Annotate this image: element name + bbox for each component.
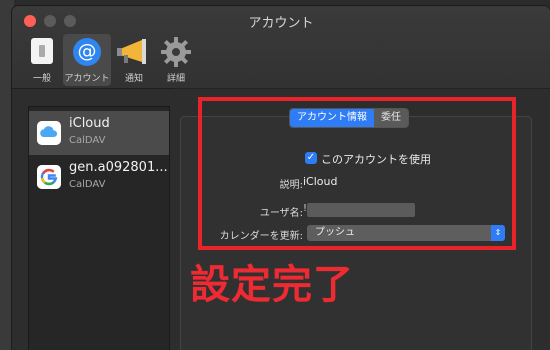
toolbar-general-label: 一般 — [32, 74, 51, 84]
at-sign-icon: @ — [73, 38, 101, 66]
google-icon — [37, 165, 61, 189]
toolbar-notifications-label: 通知 — [124, 74, 143, 84]
toggle-switch-icon — [31, 38, 53, 64]
toolbar-notifications[interactable]: 通知 — [112, 34, 156, 86]
account-type: CalDAV — [69, 135, 106, 146]
window-title: アカウント — [248, 16, 314, 31]
title-bar: アカウント 一般 @ アカウント 通知 詳細 — [12, 6, 550, 89]
gear-icon — [161, 37, 191, 67]
toolbar-accounts[interactable]: @ アカウント — [63, 34, 111, 86]
annotation-text: 設定完了 — [190, 262, 354, 308]
icloud-icon — [37, 121, 61, 145]
megaphone-icon — [117, 39, 146, 64]
toolbar-accounts-label: アカウント — [64, 74, 110, 84]
accounts-list: iCloud CalDAV gen.a092801... CalDAV — [28, 106, 170, 350]
account-name: iCloud — [69, 116, 110, 131]
toolbar-advanced[interactable]: 詳細 — [154, 34, 198, 86]
toolbar-general[interactable]: 一般 — [20, 34, 64, 86]
toolbar-advanced-label: 詳細 — [166, 74, 185, 84]
account-type: CalDAV — [69, 179, 106, 190]
divider — [172, 88, 550, 89]
account-row-icloud[interactable]: iCloud CalDAV — [29, 111, 169, 155]
account-row-google[interactable]: gen.a092801... CalDAV — [29, 155, 169, 199]
red-highlight-box — [198, 97, 516, 250]
account-name: gen.a092801... — [69, 160, 168, 175]
